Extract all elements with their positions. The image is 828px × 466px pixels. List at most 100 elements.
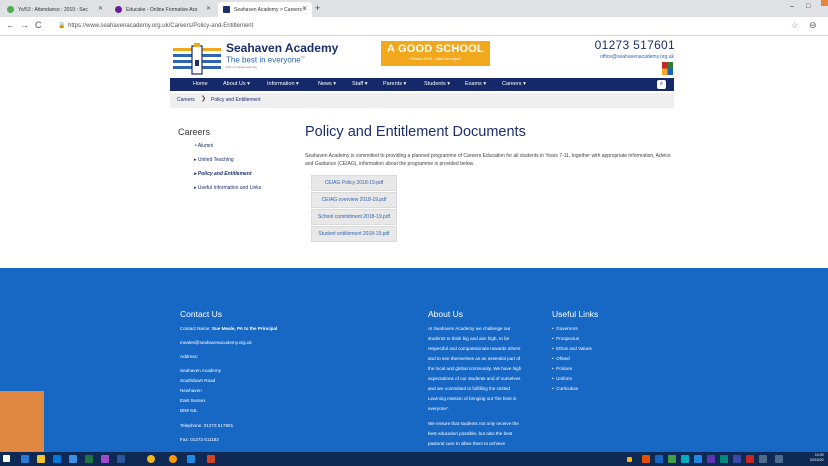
page-title: Policy and Entitlement Documents [305,124,526,140]
footer-link-label: Governors [556,326,578,331]
network-icon[interactable] [759,455,767,463]
sidebar-item-useful-information[interactable]: ▸ Useful Information and Links [194,185,261,191]
nav-staff[interactable]: Staff ▾ [352,81,368,87]
footer-address-line: East Sussex [180,398,206,403]
volume-icon[interactable] [775,455,783,463]
tab-attendance[interactable]: Yo/53 : Attendance : 2019 : Sec ✕ [2,2,108,17]
lock-icon: 🔒 [58,23,66,29]
tray-icon[interactable] [720,455,728,463]
taskbar-clock[interactable]: 10:09 02/10/20 [810,453,824,463]
breadcrumb-current[interactable]: Policy and Entitlement [211,97,260,103]
footer-about-line: and to see themselves as an essential pa… [428,356,521,361]
tab-educake[interactable]: Educake - Online Formative Ass ✕ [110,2,216,17]
nav-exams[interactable]: Exams ▾ [465,81,486,87]
nav-students[interactable]: Students ▾ [424,81,450,87]
outlook-icon[interactable] [53,455,61,463]
overlay-orange-strip [0,391,44,452]
footer-contact-name: Contact Name: Sue Meale, PA to the Princ… [180,326,277,331]
footer-link-label: Curriculum [556,386,579,391]
phone-number: 01273 517601 [594,38,675,52]
tray-icon[interactable] [694,455,702,463]
tab-seahaven[interactable]: Seahaven Academy > Careers > ✕ [218,2,312,17]
close-tab-icon[interactable]: ✕ [98,5,103,12]
sidebar-item-alumni[interactable]: • Alumni [195,143,213,149]
start-windows-icon[interactable] [3,455,10,462]
footer-contact-email[interactable]: meales@seahavenacademy.org.uk [180,340,252,345]
close-tab-icon[interactable]: ✕ [206,5,211,12]
sidebar-item-united-teaching[interactable]: ▸ United Teaching [194,157,234,163]
store-icon[interactable] [69,455,77,463]
lighthouse-logo-icon[interactable] [173,42,221,76]
trademark-mark: ™ [300,55,305,60]
footer-link-uniform[interactable]: • Uniform [552,376,572,381]
breadcrumb-careers[interactable]: Careers [177,97,195,103]
footer-about-line: the local and global community. We have … [428,366,522,371]
powerpoint-icon[interactable] [207,455,215,463]
reload-icon[interactable]: C [35,20,42,30]
footer-link-label: Ofsted [556,356,570,361]
nav-news[interactable]: News ▾ [318,81,336,87]
maximize-button[interactable]: □ [806,3,810,10]
footer-link-ethos-values[interactable]: • Ethos and Values [552,346,592,351]
document-link-student-entitlement[interactable]: Student entitlement 2018-19.pdf [311,226,397,242]
nav-home[interactable]: Home [193,81,208,87]
document-link-ceiag-policy[interactable]: CEIAG Policy 2018-19.pdf [311,175,397,191]
main-navigation: Home About Us ▾ Information ▾ News ▾ Sta… [170,78,674,91]
tray-icon[interactable] [681,455,689,463]
breadcrumb: Careers ❯ Policy and Entitlement [170,93,674,108]
url-text: https://www.seahavenacademy.org.uk/Caree… [68,23,254,29]
school-subline: Part of United Learning [226,65,257,69]
footer-address-line: Newhaven [180,388,202,393]
firefox-icon[interactable] [169,455,177,463]
footer-links-heading: Useful Links [552,309,599,319]
footer-address-line: BN9 9JL [180,408,198,413]
search-icon[interactable]: ⌕ [657,80,666,89]
document-link-ceiag-overview[interactable]: CEIAG overview 2018-19.pdf [311,192,397,208]
file-explorer-icon[interactable] [37,455,45,463]
footer-link-curriculum[interactable]: • Curriculum [552,386,578,391]
bookmark-star-icon[interactable]: ☆ [791,21,798,30]
browser-window: Yo/53 : Attendance : 2019 : Sec ✕ Educak… [0,0,828,466]
footer-contact-heading: Contact Us [180,309,223,319]
educake-favicon-icon [115,6,122,13]
tray-icon[interactable] [707,455,715,463]
tab-label: Seahaven Academy > Careers > [234,6,307,13]
ofsted-banner[interactable]: A GOOD SCHOOL Ofsted 2018 - click for re… [381,41,490,66]
nav-information[interactable]: Information ▾ [267,81,299,87]
contact-name-value: Sue Meale, PA to the Principal [211,326,278,331]
app-icon[interactable] [187,455,195,463]
address-bar[interactable]: 🔒 https://www.seahavenacademy.org.uk/Car… [58,20,748,33]
address-row: ← → C 🔒 https://www.seahavenacademy.org.… [0,17,828,36]
nav-parents[interactable]: Parents ▾ [383,81,406,87]
onenote-icon[interactable] [101,455,109,463]
school-name[interactable]: Seahaven Academy [226,41,338,55]
tray-icon[interactable] [655,455,663,463]
footer-about-line: pastoral care to allow them to achieve [428,441,506,446]
minimize-button[interactable]: – [790,3,794,10]
profile-icon[interactable]: ⊖ [809,20,817,31]
new-tab-button[interactable]: + [315,3,320,13]
word-icon[interactable] [117,455,125,463]
chrome-icon[interactable] [147,455,155,463]
footer-about-line: respectful and compassionate towards oth… [428,346,521,351]
tray-icon[interactable] [627,457,632,462]
sidebar-item-policy-entitlement[interactable]: ▸ Policy and Entitlement [194,171,252,177]
nav-careers[interactable]: Careers ▾ [502,81,526,87]
forward-icon[interactable]: → [20,20,29,30]
footer-link-ofsted[interactable]: • Ofsted [552,356,570,361]
footer-link-policies[interactable]: • Policies [552,366,572,371]
nav-about-us[interactable]: About Us ▾ [223,81,250,87]
footer-link-governors[interactable]: • Governors [552,326,578,331]
tray-icon[interactable] [642,455,650,463]
footer-fax: Fax: 01273 611182 [180,437,219,442]
close-tab-icon[interactable]: ✕ [302,5,307,12]
tray-icon[interactable] [733,455,741,463]
back-icon[interactable]: ← [6,20,15,30]
task-view-icon[interactable] [21,455,29,463]
tray-icon[interactable] [746,455,754,463]
excel-icon[interactable] [85,455,93,463]
footer-link-prospectus[interactable]: • Prospectus [552,336,579,341]
header-email-link[interactable]: office@seahavenacademy.org.uk [600,54,674,60]
document-link-school-commitment[interactable]: School commitment 2018-19.pdf [311,209,397,225]
tray-icon[interactable] [668,455,676,463]
